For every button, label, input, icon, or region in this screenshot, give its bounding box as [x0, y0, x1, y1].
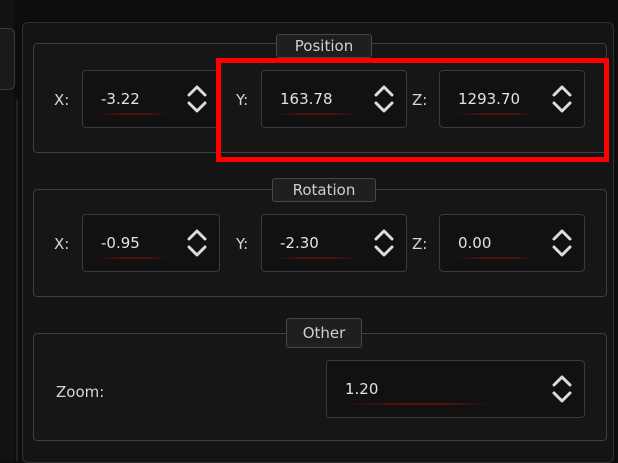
chevron-up-down-icon[interactable]	[372, 81, 396, 117]
transform-panel: Position X: -3.22 Y: 163.78 Z: 1293.70 R…	[22, 22, 614, 463]
rotation-y-value[interactable]: -2.30	[280, 233, 319, 253]
rotation-y-spinbox[interactable]: -2.30	[261, 214, 407, 272]
position-y-spinbox[interactable]: 163.78	[261, 70, 407, 128]
rotation-z-value[interactable]: 0.00	[458, 233, 491, 253]
rotation-y-label: Y:	[236, 235, 249, 253]
position-z-spinbox[interactable]: 1293.70	[439, 70, 585, 128]
position-z-value[interactable]: 1293.70	[458, 89, 520, 109]
spin-underline	[454, 113, 534, 115]
spin-underline	[97, 113, 167, 115]
chevron-up-down-icon[interactable]	[372, 225, 396, 261]
rotation-z-label: Z:	[412, 235, 428, 253]
rotation-z-spinbox[interactable]: 0.00	[439, 214, 585, 272]
left-divider	[16, 100, 18, 461]
position-y-label: Y:	[236, 91, 249, 109]
chevron-up-down-icon[interactable]	[550, 81, 574, 117]
zoom-value[interactable]: 1.20	[345, 379, 378, 399]
zoom-label: Zoom:	[56, 383, 105, 401]
zoom-spinbox[interactable]: 1.20	[326, 360, 585, 418]
rotation-group: Rotation X: -0.95 Y: -2.30 Z: 0.00	[33, 178, 607, 297]
rotation-x-value[interactable]: -0.95	[101, 233, 140, 253]
position-y-value[interactable]: 163.78	[280, 89, 333, 109]
chevron-up-down-icon[interactable]	[185, 225, 209, 261]
left-panel-tab[interactable]	[0, 28, 15, 90]
chevron-up-down-icon[interactable]	[550, 225, 574, 261]
spin-underline	[276, 257, 356, 259]
spin-underline	[276, 113, 356, 115]
spin-underline	[97, 257, 167, 259]
position-z-label: Z:	[412, 91, 428, 109]
rotation-x-label: X:	[54, 235, 70, 253]
spin-underline	[341, 403, 491, 405]
position-group: Position X: -3.22 Y: 163.78 Z: 1293.70	[33, 34, 607, 153]
rotation-x-spinbox[interactable]: -0.95	[82, 214, 220, 272]
other-group-title: Other	[286, 318, 362, 348]
position-x-value[interactable]: -3.22	[101, 89, 140, 109]
spin-underline	[454, 257, 534, 259]
position-x-label: X:	[54, 91, 70, 109]
position-group-title: Position	[276, 34, 372, 58]
other-group: Other Zoom: 1.20	[33, 318, 607, 441]
chevron-up-down-icon[interactable]	[550, 371, 574, 407]
position-x-spinbox[interactable]: -3.22	[82, 70, 220, 128]
rotation-group-title: Rotation	[272, 178, 376, 202]
chevron-up-down-icon[interactable]	[185, 81, 209, 117]
